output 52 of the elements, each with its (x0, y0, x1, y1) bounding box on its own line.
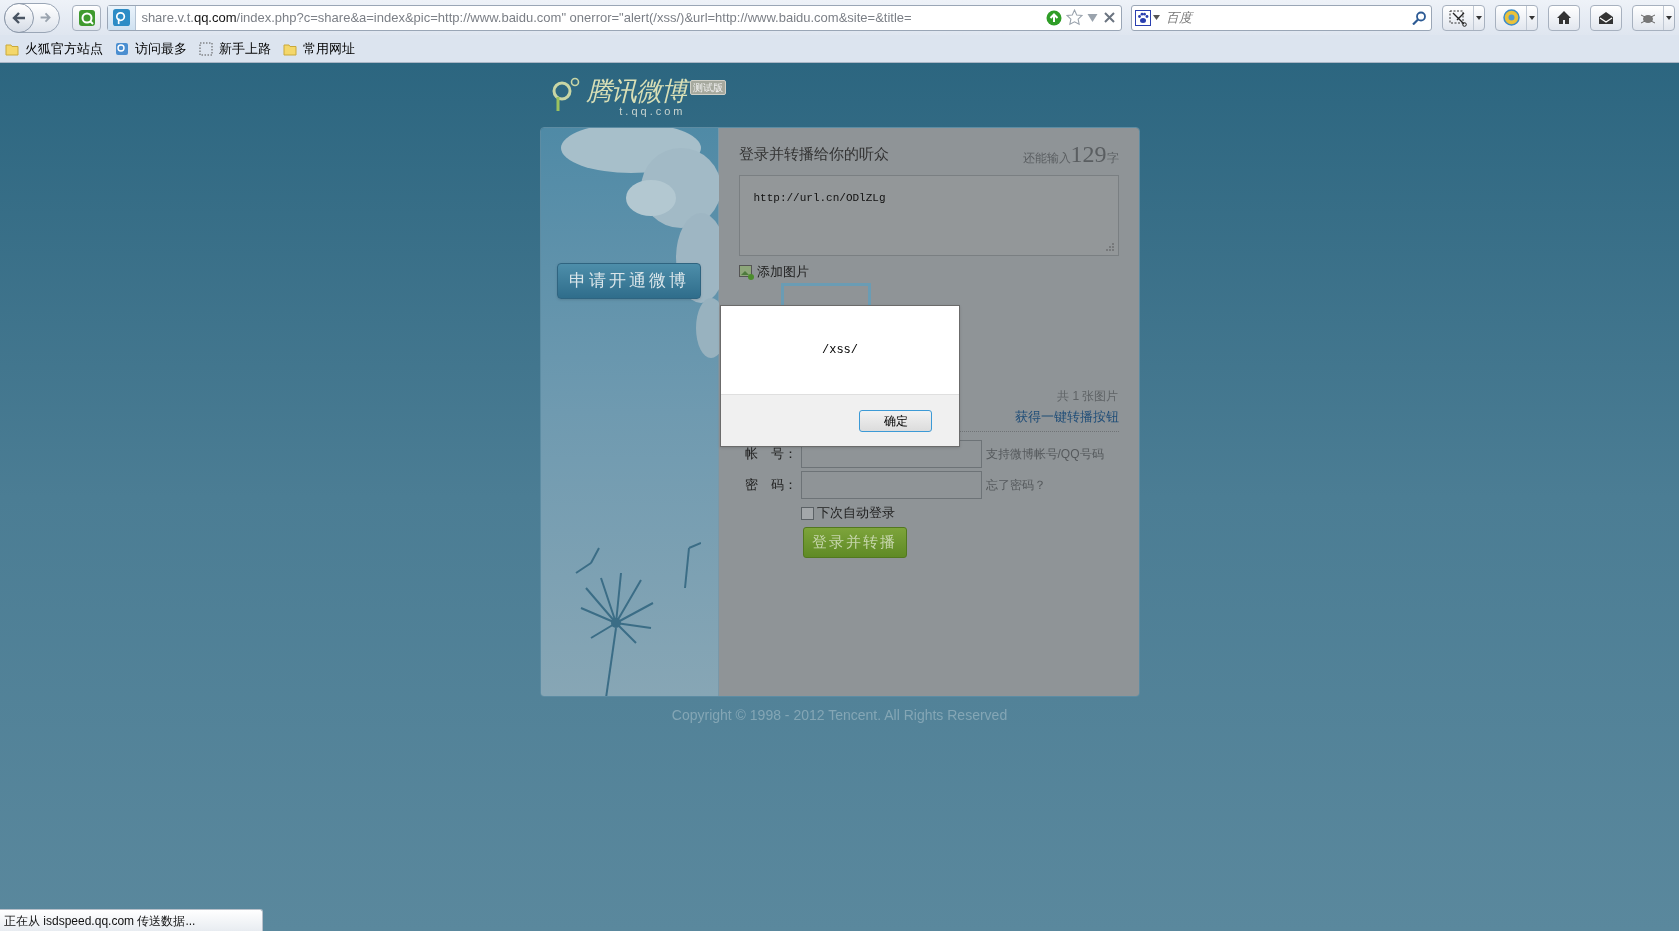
ok-button[interactable]: 确定 (859, 409, 932, 432)
reload-button[interactable] (72, 4, 102, 31)
bookmark-item[interactable]: 新手上路 (198, 37, 272, 60)
image-add-icon (738, 264, 754, 280)
logo-mark-icon (551, 77, 582, 113)
addon-button[interactable] (1495, 4, 1538, 31)
resize-grip-icon (1105, 243, 1114, 251)
search-field[interactable]: 百度 (1130, 4, 1432, 31)
extension-button[interactable] (1632, 4, 1675, 31)
bookmark-item[interactable]: 访问最多 (114, 37, 188, 60)
share-title: 登录并转播给你的听众 (738, 143, 889, 164)
dropdown-caret-icon (1529, 15, 1535, 20)
folder-icon (5, 41, 19, 56)
remember-me-checkbox[interactable]: 下次自动登录 (800, 504, 1119, 522)
envelope-icon (1598, 10, 1614, 25)
search-input[interactable]: 百度 (1162, 7, 1412, 28)
dropdown-caret-icon (1666, 15, 1672, 20)
scissors-selection-icon (1449, 8, 1467, 27)
dropdown-caret-icon (1476, 15, 1482, 20)
search-icon[interactable] (1412, 10, 1426, 25)
page-icon (115, 41, 129, 56)
back-arrow-icon (11, 9, 27, 26)
field-label: 帐 号： (744, 445, 798, 464)
input-field[interactable] (800, 471, 982, 499)
mail-button[interactable] (1590, 4, 1622, 31)
dropdown-caret-icon (1152, 15, 1160, 20)
back-button[interactable] (4, 2, 34, 33)
dotted-square-icon (199, 41, 213, 56)
beta-badge: 测试版 (689, 80, 726, 95)
signup-button[interactable]: 申请开通微博 (557, 263, 701, 299)
url-text: share.v.t.qq.com/index.php?c=share&a=index&pic=http://www.baidu.com" onerror="alert(/xss/)&url=http://www.baidu.com&site=&title= (140, 8, 913, 27)
site-identity-icon (113, 9, 131, 26)
screenshot-button[interactable] (1442, 4, 1485, 31)
add-image-button[interactable]: 添加图片 (738, 262, 809, 282)
refresh-icon (77, 8, 96, 27)
folder-icon (283, 41, 297, 56)
logo-domain: t.qq.com (619, 105, 686, 117)
share-text-area[interactable]: http://url.cn/ODlZLg (738, 175, 1119, 256)
close-icon[interactable] (1103, 12, 1115, 23)
bookmark-item[interactable]: 常用网址 (282, 37, 356, 60)
bookmark-item[interactable]: 火狐官方站点 (4, 37, 104, 60)
field-label: 密 码： (744, 476, 798, 495)
bookmark-star-icon[interactable] (1065, 9, 1083, 26)
dropdown-caret-icon[interactable] (1086, 12, 1098, 23)
home-button[interactable] (1548, 4, 1580, 31)
badge-icon (1502, 9, 1520, 26)
forward-arrow-icon (38, 11, 52, 24)
home-icon (1556, 10, 1572, 25)
alert-message: /xss/ (822, 342, 858, 359)
paw-icon (1134, 9, 1151, 26)
status-bar: 正在从 isdspeed.qq.com 传送数据... (0, 909, 263, 931)
address-bar[interactable]: share.v.t.qq.com/index.php?c=share&a=index&pic=http://www.baidu.com" onerror="alert(/xss/)&url=http://www.baidu.com&site=&title= (107, 4, 1122, 31)
